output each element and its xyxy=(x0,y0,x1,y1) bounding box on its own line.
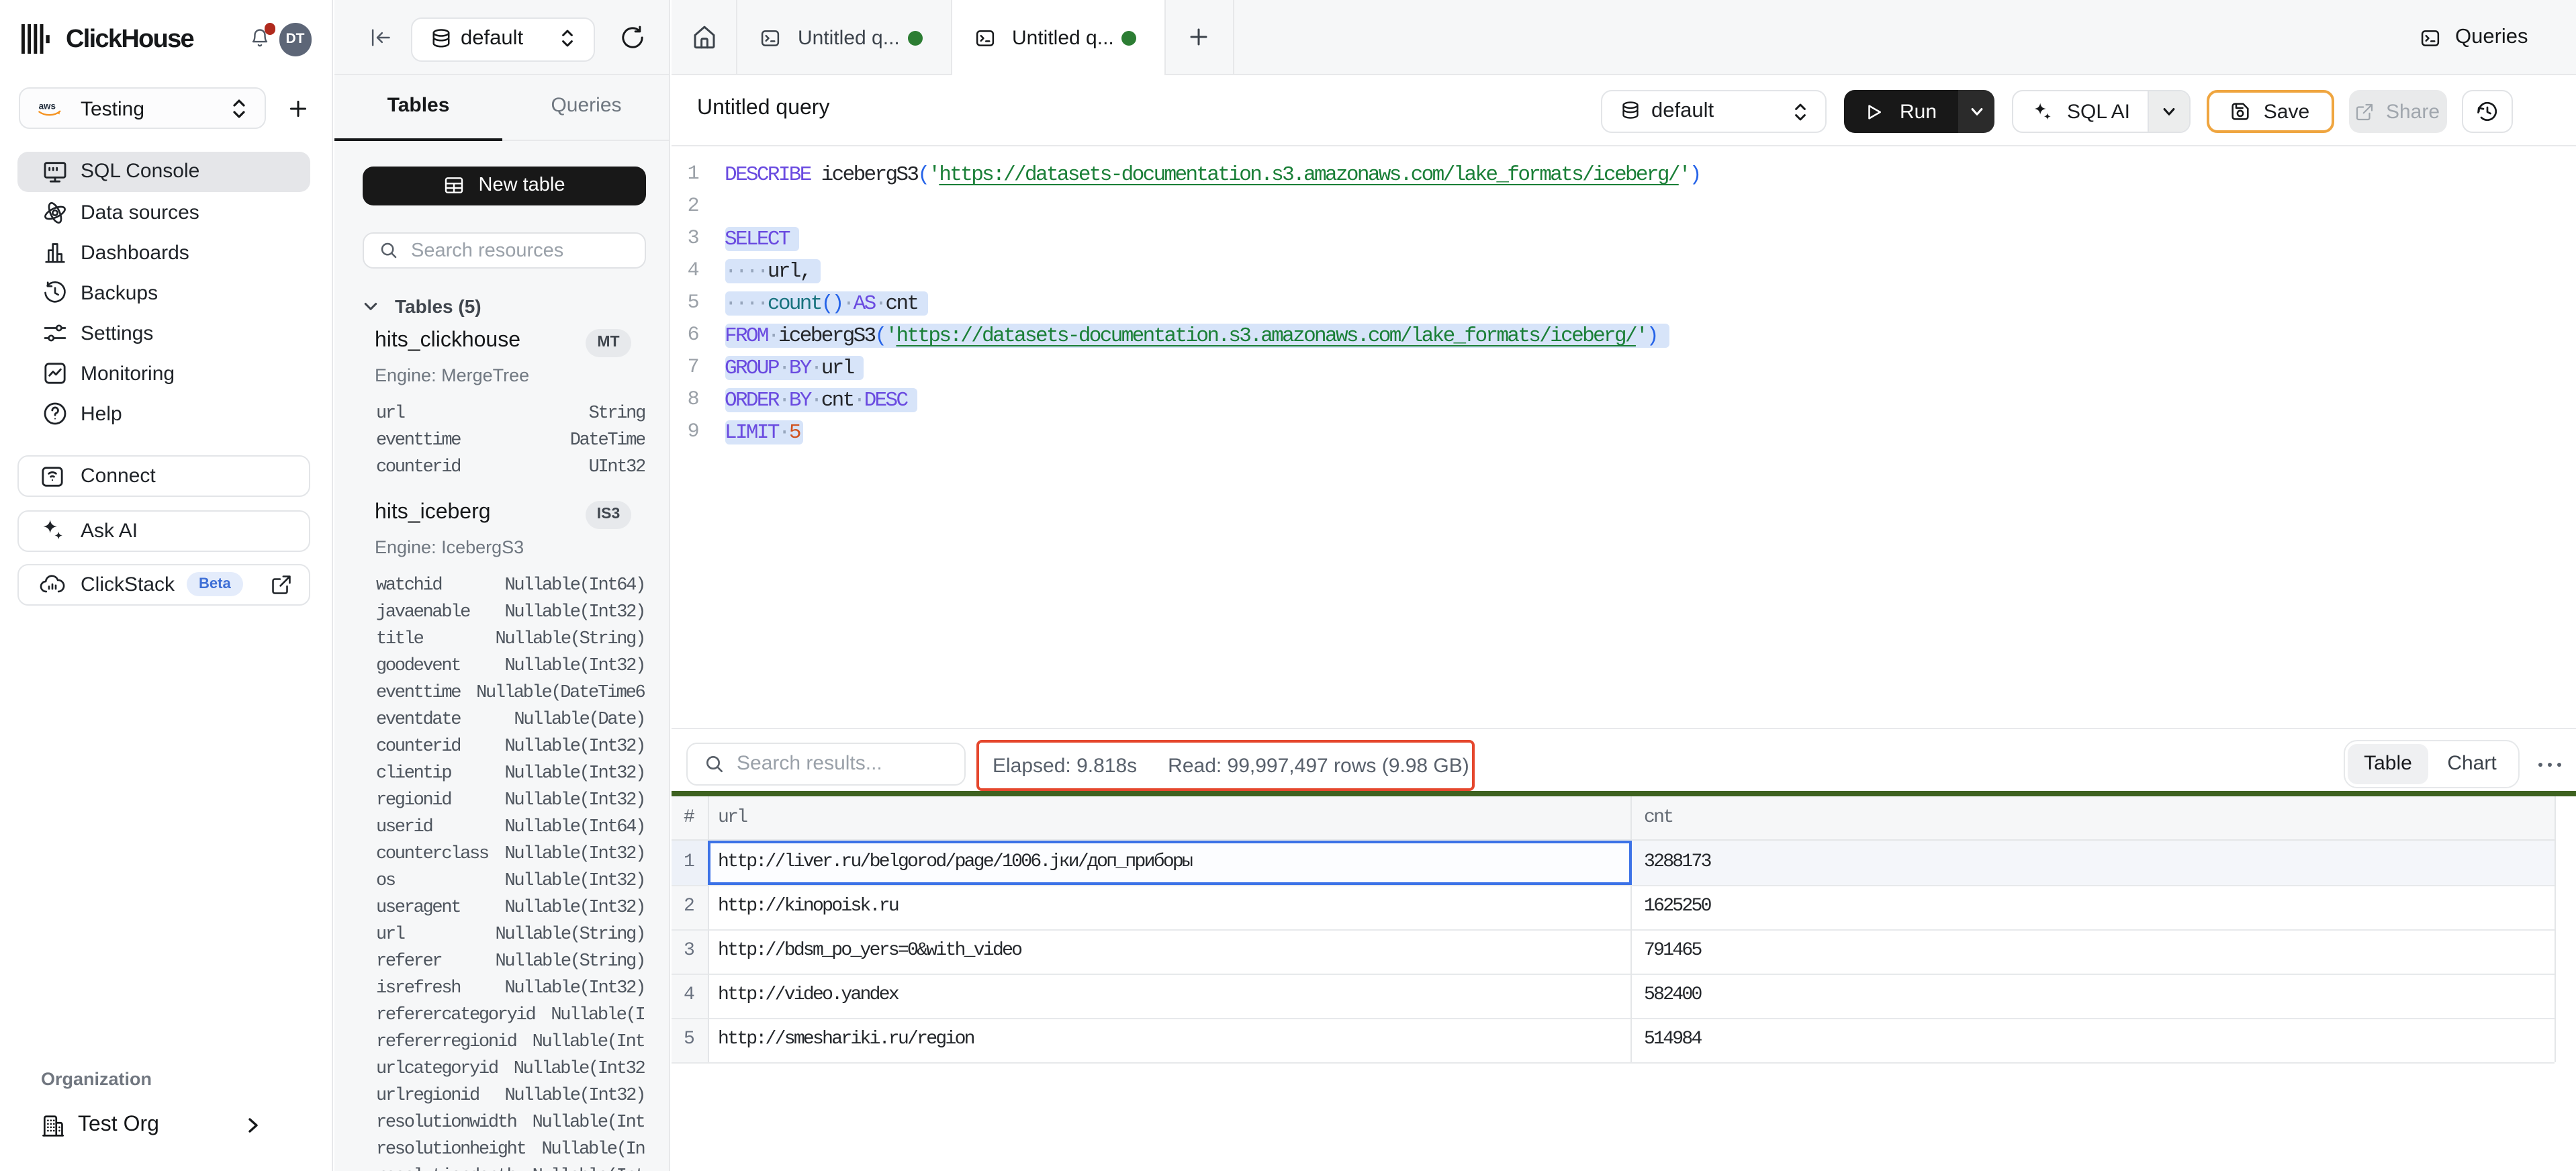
svg-text:aws: aws xyxy=(39,101,56,111)
